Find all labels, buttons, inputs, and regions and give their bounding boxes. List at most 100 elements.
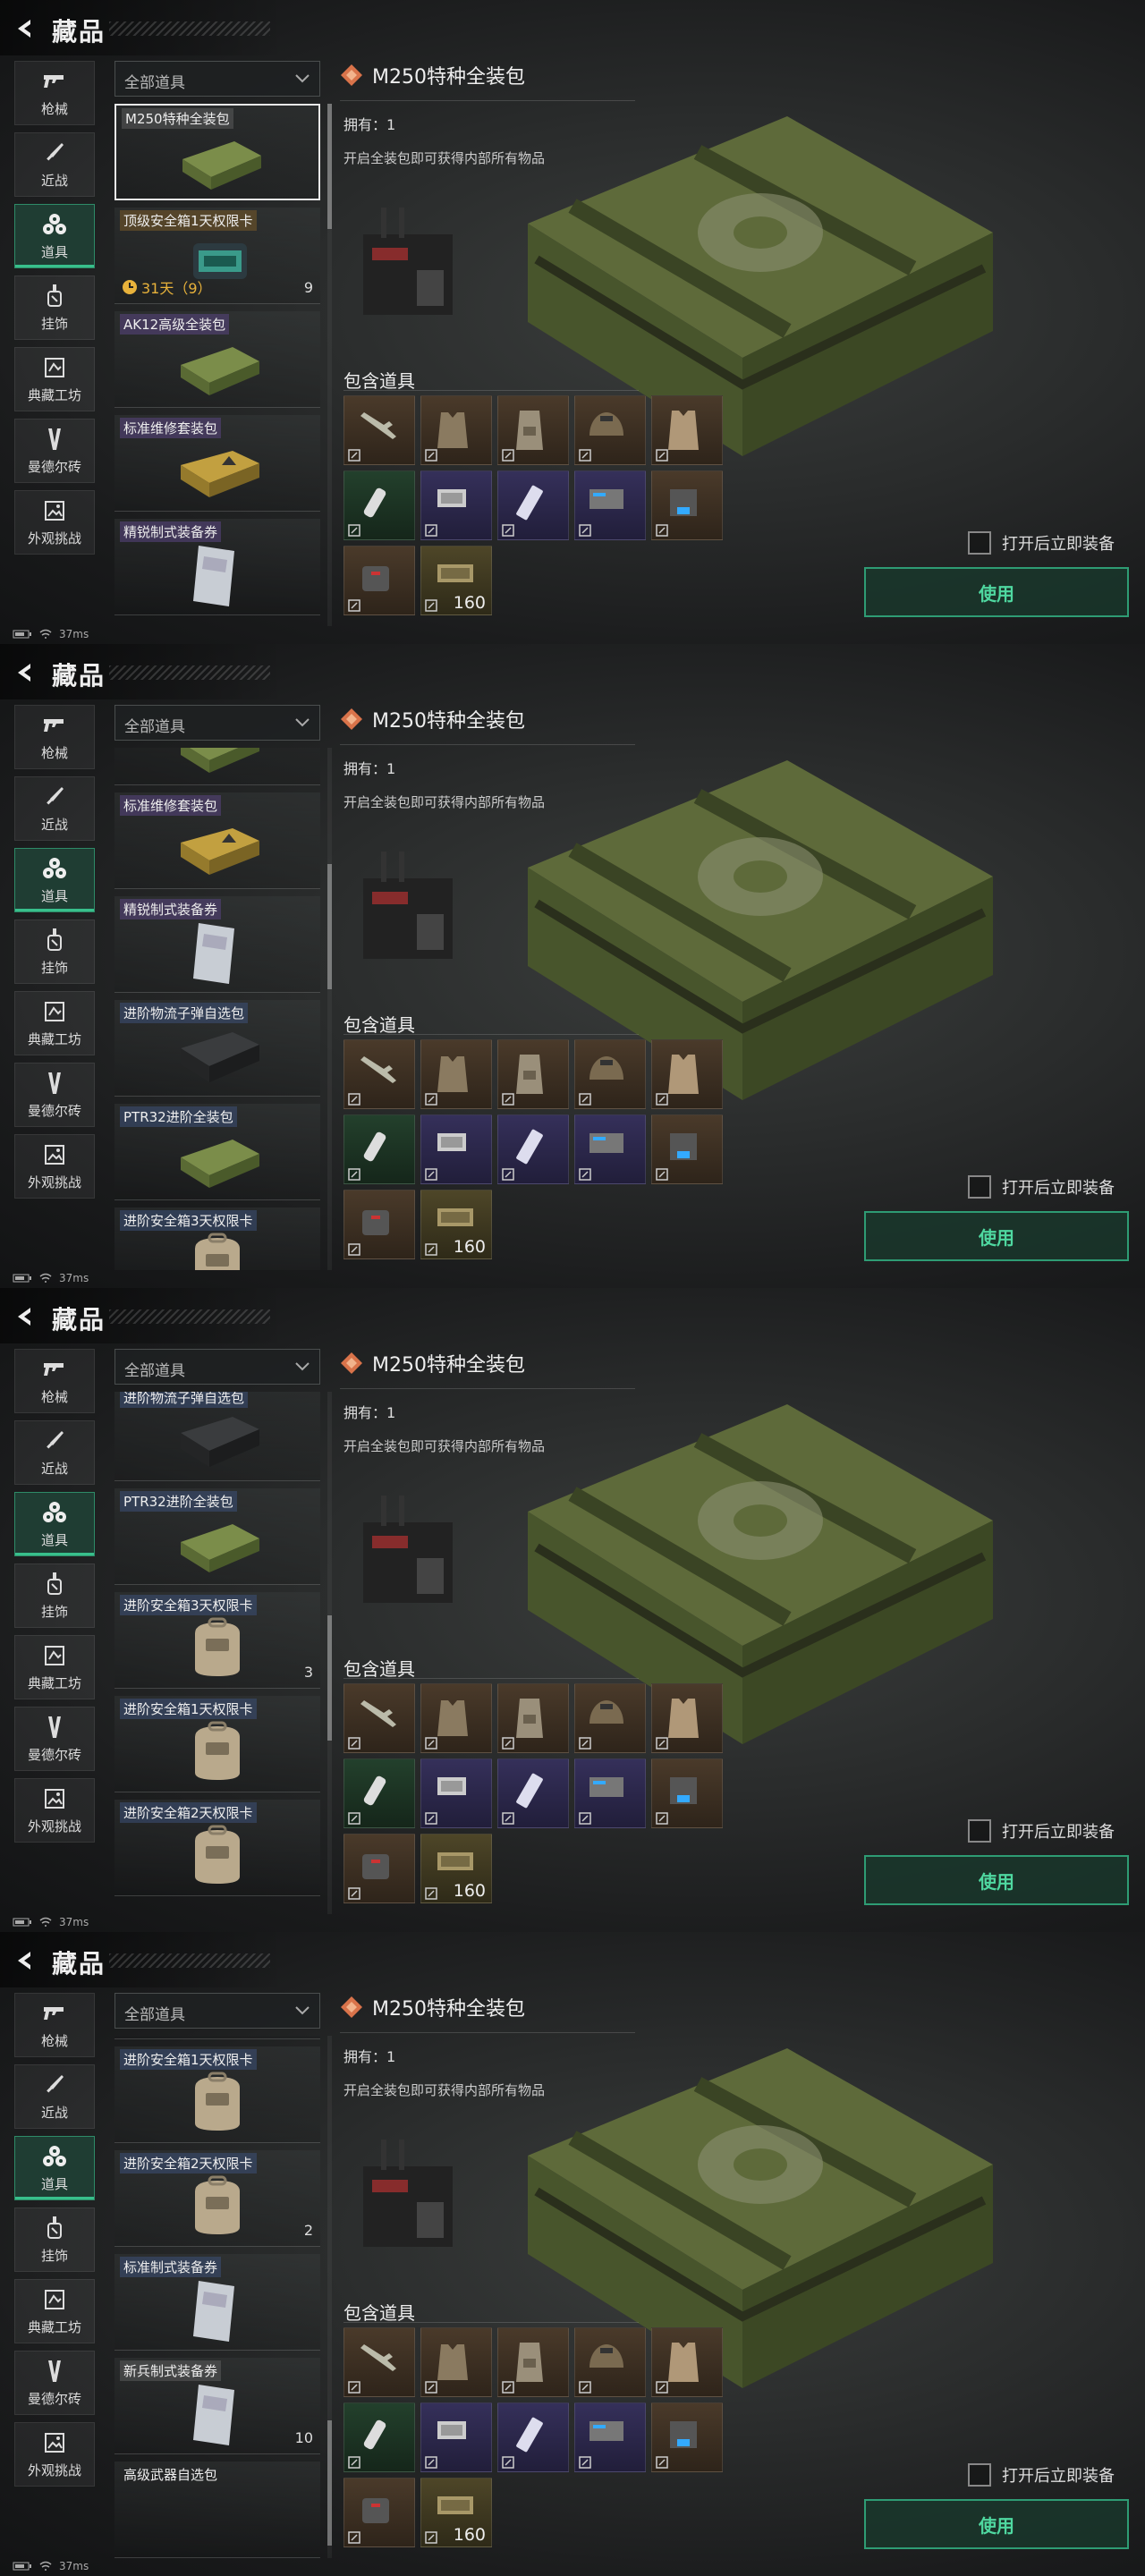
scrollbar-thumb[interactable]	[327, 2420, 332, 2546]
content-tile[interactable]	[344, 470, 415, 540]
content-tile[interactable]	[497, 2327, 569, 2397]
category-tab[interactable]: 枪械	[14, 61, 95, 125]
item-card[interactable]: 标准制式装备券	[114, 2254, 320, 2351]
category-tab[interactable]: 枪械	[14, 1993, 95, 2057]
use-button[interactable]: 使用	[864, 1211, 1129, 1261]
category-tab[interactable]: 近战	[14, 1420, 95, 1485]
category-tab[interactable]: 典藏工坊	[14, 991, 95, 1055]
filter-dropdown[interactable]: 全部道具	[114, 61, 320, 97]
content-tile[interactable]	[497, 470, 569, 540]
item-card[interactable]: 高级武器自选包	[114, 2462, 320, 2558]
auto-equip-checkbox[interactable]	[968, 1819, 991, 1843]
category-tab[interactable]: 曼德尔砖	[14, 2351, 95, 2415]
content-tile[interactable]	[420, 2327, 492, 2397]
auto-equip-checkbox[interactable]	[968, 531, 991, 555]
category-tab[interactable]: 外观挑战	[14, 1778, 95, 1843]
category-tab[interactable]: 道具	[14, 1492, 95, 1556]
item-card[interactable]: 进阶安全箱3天权限卡 3	[114, 1592, 320, 1689]
content-tile[interactable]	[344, 2327, 415, 2397]
item-card[interactable]: 顶级安全箱1天权限卡 31天（9） 9	[114, 208, 320, 304]
category-tab[interactable]: 外观挑战	[14, 1134, 95, 1199]
category-tab[interactable]: 典藏工坊	[14, 347, 95, 411]
content-tile[interactable]	[651, 1114, 723, 1184]
content-tile[interactable]	[574, 470, 646, 540]
content-tile[interactable]	[497, 1683, 569, 1753]
filter-dropdown[interactable]: 全部道具	[114, 705, 320, 741]
content-tile[interactable]	[344, 395, 415, 465]
back-arrow-icon[interactable]	[13, 660, 38, 685]
item-card[interactable]: 3	[114, 2036, 320, 2039]
item-card[interactable]: 标准维修套装包	[114, 792, 320, 889]
content-tile[interactable]	[420, 1758, 492, 1828]
content-tile[interactable]	[420, 470, 492, 540]
content-tile[interactable]: 160	[420, 1834, 492, 1903]
item-card[interactable]: 进阶安全箱1天权限卡	[114, 1696, 320, 1792]
category-tab[interactable]: 近战	[14, 2064, 95, 2129]
category-tab[interactable]: 道具	[14, 204, 95, 268]
scrollbar-thumb[interactable]	[327, 864, 332, 989]
content-tile[interactable]: 160	[420, 1190, 492, 1259]
item-card[interactable]: 新兵制式装备券 10	[114, 2358, 320, 2454]
content-tile[interactable]	[420, 1114, 492, 1184]
list-scrollbar[interactable]	[327, 1392, 332, 1914]
content-tile[interactable]	[497, 2402, 569, 2472]
use-button[interactable]: 使用	[864, 2499, 1129, 2549]
list-scrollbar[interactable]	[327, 104, 332, 626]
category-tab[interactable]: 曼德尔砖	[14, 1707, 95, 1771]
content-tile[interactable]	[574, 1758, 646, 1828]
content-tile[interactable]	[651, 1758, 723, 1828]
item-card[interactable]: 进阶物流子弹自选包	[114, 1000, 320, 1097]
content-tile[interactable]	[651, 1683, 723, 1753]
content-tile[interactable]	[497, 1758, 569, 1828]
item-card[interactable]: 进阶物流子弹自选包	[114, 1392, 320, 1481]
scrollbar-thumb[interactable]	[327, 1615, 332, 1741]
category-tab[interactable]: 曼德尔砖	[14, 1063, 95, 1127]
back-arrow-icon[interactable]	[13, 1948, 38, 1973]
content-tile[interactable]	[344, 1758, 415, 1828]
content-tile[interactable]	[497, 1039, 569, 1109]
content-tile[interactable]: 160	[420, 2478, 492, 2547]
item-card[interactable]: 标准维修套装包	[114, 415, 320, 512]
item-card[interactable]	[114, 748, 320, 785]
content-tile[interactable]	[651, 1039, 723, 1109]
item-card[interactable]: 进阶安全箱2天权限卡	[114, 1800, 320, 1896]
item-card[interactable]: 进阶安全箱2天权限卡 2	[114, 2150, 320, 2247]
category-tab[interactable]: 曼德尔砖	[14, 419, 95, 483]
item-card[interactable]: 精锐制式装备券	[114, 896, 320, 993]
category-tab[interactable]: 典藏工坊	[14, 1635, 95, 1699]
back-arrow-icon[interactable]	[13, 1304, 38, 1329]
content-tile[interactable]	[574, 1683, 646, 1753]
content-tile[interactable]	[344, 2402, 415, 2472]
category-tab[interactable]: 外观挑战	[14, 2422, 95, 2487]
content-tile[interactable]	[344, 2478, 415, 2547]
auto-equip-checkbox[interactable]	[968, 2463, 991, 2487]
auto-equip-checkbox[interactable]	[968, 1175, 991, 1199]
content-tile[interactable]	[420, 395, 492, 465]
content-tile[interactable]	[651, 395, 723, 465]
content-tile[interactable]	[574, 2402, 646, 2472]
item-card[interactable]: PTR32进阶全装包	[114, 1104, 320, 1200]
content-tile[interactable]	[344, 1114, 415, 1184]
content-tile[interactable]	[344, 1683, 415, 1753]
back-arrow-icon[interactable]	[13, 16, 38, 41]
item-card[interactable]: 精锐制式装备券	[114, 519, 320, 615]
content-tile[interactable]	[651, 470, 723, 540]
category-tab[interactable]: 枪械	[14, 705, 95, 769]
content-tile[interactable]	[574, 1039, 646, 1109]
content-tile[interactable]	[651, 2327, 723, 2397]
category-tab[interactable]: 挂饰	[14, 275, 95, 340]
content-tile[interactable]	[344, 1190, 415, 1259]
category-tab[interactable]: 典藏工坊	[14, 2279, 95, 2343]
category-tab[interactable]: 枪械	[14, 1349, 95, 1413]
use-button[interactable]: 使用	[864, 1855, 1129, 1905]
content-tile[interactable]	[344, 1039, 415, 1109]
content-tile[interactable]	[651, 2402, 723, 2472]
filter-dropdown[interactable]: 全部道具	[114, 1349, 320, 1385]
category-tab[interactable]: 近战	[14, 776, 95, 841]
item-card[interactable]: M250特种全装包	[114, 104, 320, 200]
category-tab[interactable]: 挂饰	[14, 919, 95, 984]
category-tab[interactable]: 道具	[14, 848, 95, 912]
list-scrollbar[interactable]	[327, 748, 332, 1270]
use-button[interactable]: 使用	[864, 567, 1129, 617]
category-tab[interactable]: 近战	[14, 132, 95, 197]
